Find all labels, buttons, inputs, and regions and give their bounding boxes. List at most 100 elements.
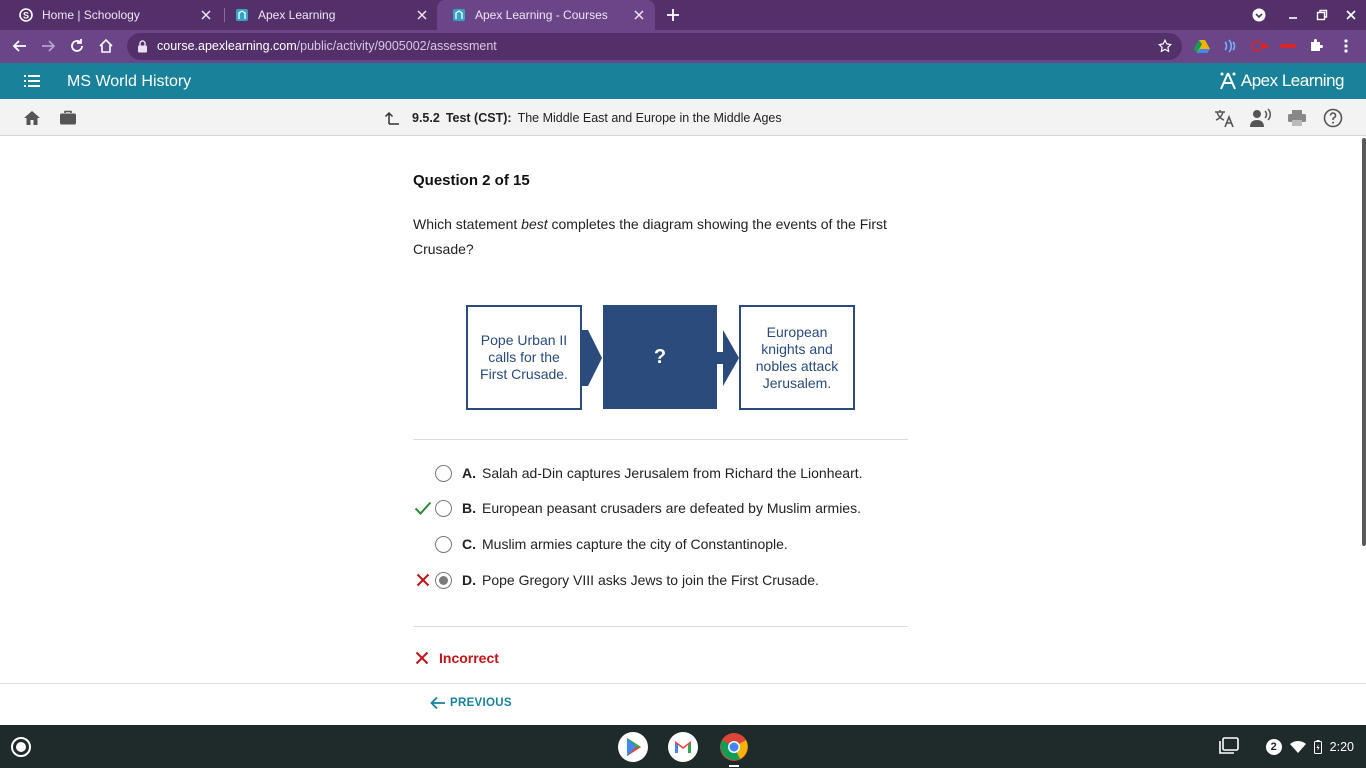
- battery-icon: [1313, 740, 1322, 754]
- previous-button[interactable]: PREVIOUS: [430, 696, 512, 710]
- breadcrumb: 9.5.2 Test (CST): The Middle East and Eu…: [384, 110, 782, 126]
- scrollbar[interactable]: [1362, 138, 1366, 546]
- extensions-puzzle-icon[interactable]: [1304, 34, 1328, 58]
- close-tab-icon[interactable]: [196, 5, 216, 25]
- active-app-indicator: [729, 765, 739, 767]
- question-footer: PREVIOUS: [0, 683, 1366, 725]
- tab-apex-courses[interactable]: Apex Learning - Courses: [437, 0, 655, 30]
- home-icon: [99, 38, 113, 53]
- apex-learning-logo: Apex Learning: [1219, 71, 1345, 91]
- menu-list-icon[interactable]: [24, 74, 40, 93]
- app-header: MS World History Apex Learning: [0, 63, 1366, 99]
- diagram-arrow-2: [717, 330, 739, 386]
- play-store-icon[interactable]: [617, 731, 649, 763]
- close-window-button[interactable]: [1336, 0, 1366, 30]
- answer-option-c[interactable]: C. Muslim armies capture the city of Con…: [413, 532, 788, 556]
- option-letter: D.: [462, 572, 476, 588]
- arrow-left-icon: [430, 696, 445, 710]
- diagram-box-effect: European knights and nobles attack Jerus…: [739, 305, 855, 410]
- close-tab-icon[interactable]: [412, 5, 432, 25]
- radio-dot: [439, 575, 448, 585]
- address-bar[interactable]: course.apexlearning.com/public/activity/…: [127, 33, 1182, 60]
- question-text-emphasis: best: [521, 216, 548, 232]
- browser-menu-button[interactable]: [1334, 34, 1358, 58]
- option-letter: B.: [462, 500, 476, 516]
- activity-title: The Middle East and Europe in the Middle…: [517, 111, 782, 125]
- launcher-icon[interactable]: [10, 736, 32, 763]
- browser-tab-strip: S Home | Schoology Apex Learning Apex Le…: [0, 0, 1366, 30]
- schoology-icon: S: [18, 7, 34, 23]
- answer-option-b[interactable]: B. European peasant crusaders are defeat…: [413, 496, 861, 520]
- url-host: course.apexlearning.com: [157, 39, 297, 53]
- plus-icon: [667, 9, 679, 21]
- os-shelf: 2 2:20: [0, 725, 1366, 768]
- answer-mark-empty: [413, 534, 433, 554]
- lock-icon: [137, 40, 148, 58]
- divider: [413, 439, 908, 440]
- print-icon[interactable]: [1285, 106, 1309, 130]
- arrow-right-icon: [42, 40, 56, 52]
- status-tray[interactable]: 2 2:20: [1265, 734, 1354, 760]
- briefcase-icon[interactable]: [56, 106, 80, 130]
- divider: [413, 626, 908, 627]
- help-icon[interactable]: [1321, 106, 1345, 130]
- course-title: MS World History: [67, 73, 192, 90]
- minimize-button[interactable]: [1278, 0, 1308, 30]
- chrome-icon[interactable]: [718, 731, 750, 763]
- activity-header: 9.5.2 Test (CST): The Middle East and Eu…: [0, 99, 1366, 136]
- arrow-left-icon: [12, 40, 26, 52]
- bookmark-star-icon[interactable]: [1157, 38, 1173, 58]
- kebab-menu-icon: [1344, 39, 1348, 53]
- radio-button-selected[interactable]: [435, 571, 452, 589]
- radio-button[interactable]: [435, 499, 452, 517]
- restore-button[interactable]: [1307, 0, 1337, 30]
- apex-icon: [451, 7, 467, 23]
- diagram-box-unknown: ?: [603, 305, 717, 409]
- answer-option-d[interactable]: D. Pope Gregory VIII asks Jews to join t…: [413, 568, 819, 592]
- reload-icon: [71, 39, 83, 52]
- extension-dash-icon[interactable]: [1276, 34, 1300, 58]
- minimize-icon: [1289, 17, 1297, 19]
- extension-red-icon[interactable]: [1248, 34, 1272, 58]
- question-text-before: Which statement: [413, 216, 522, 232]
- home-icon[interactable]: [20, 106, 44, 130]
- translate-icon[interactable]: [1213, 106, 1237, 130]
- option-text: Salah ad-Din captures Jerusalem from Ric…: [482, 465, 863, 481]
- notification-count-badge: 2: [1265, 739, 1282, 755]
- answer-option-a[interactable]: A. Salah ad-Din captures Jerusalem from …: [413, 461, 863, 485]
- radio-button[interactable]: [435, 464, 452, 482]
- tab-title: Apex Learning - Courses: [475, 8, 608, 22]
- apex-logo-icon: [1219, 72, 1236, 90]
- reload-button[interactable]: [65, 34, 89, 58]
- screenshot-tray-icon[interactable]: [1218, 736, 1240, 761]
- x-mark-icon: [413, 570, 433, 590]
- home-button[interactable]: [94, 34, 118, 58]
- tab-schoology[interactable]: S Home | Schoology: [4, 0, 222, 30]
- url-text: course.apexlearning.com/public/activity/…: [157, 39, 497, 53]
- up-arrow-icon[interactable]: [384, 110, 400, 126]
- chevron-down-icon: [1252, 8, 1266, 22]
- extension-readwrite-icon[interactable]: [1218, 34, 1242, 58]
- option-text: European peasant crusaders are defeated …: [482, 500, 861, 516]
- wifi-icon: [1289, 740, 1306, 753]
- answer-mark-empty: [413, 463, 433, 483]
- previous-label: PREVIOUS: [450, 697, 512, 709]
- new-tab-button[interactable]: [658, 0, 688, 30]
- extension-drive-icon[interactable]: [1190, 34, 1214, 58]
- tab-search-button[interactable]: [1244, 0, 1274, 30]
- back-button[interactable]: [8, 34, 32, 58]
- radio-button[interactable]: [435, 535, 452, 553]
- result-text: Incorrect: [439, 650, 499, 666]
- gmail-icon[interactable]: [667, 731, 699, 763]
- restore-icon: [1316, 9, 1328, 21]
- brand-text: Apex Learning: [1240, 71, 1345, 90]
- result-feedback: Incorrect: [415, 650, 499, 666]
- question-text: Which statement best completes the diagr…: [413, 212, 913, 262]
- tab-apex-learning[interactable]: Apex Learning: [220, 0, 438, 30]
- clock: 2:20: [1329, 740, 1354, 754]
- text-to-speech-icon[interactable]: [1249, 106, 1273, 130]
- close-tab-icon[interactable]: [629, 5, 649, 25]
- forward-button[interactable]: [36, 34, 60, 58]
- diagram-box-cause: Pope Urban II calls for the First Crusad…: [466, 305, 582, 410]
- tab-title: Apex Learning: [258, 8, 336, 22]
